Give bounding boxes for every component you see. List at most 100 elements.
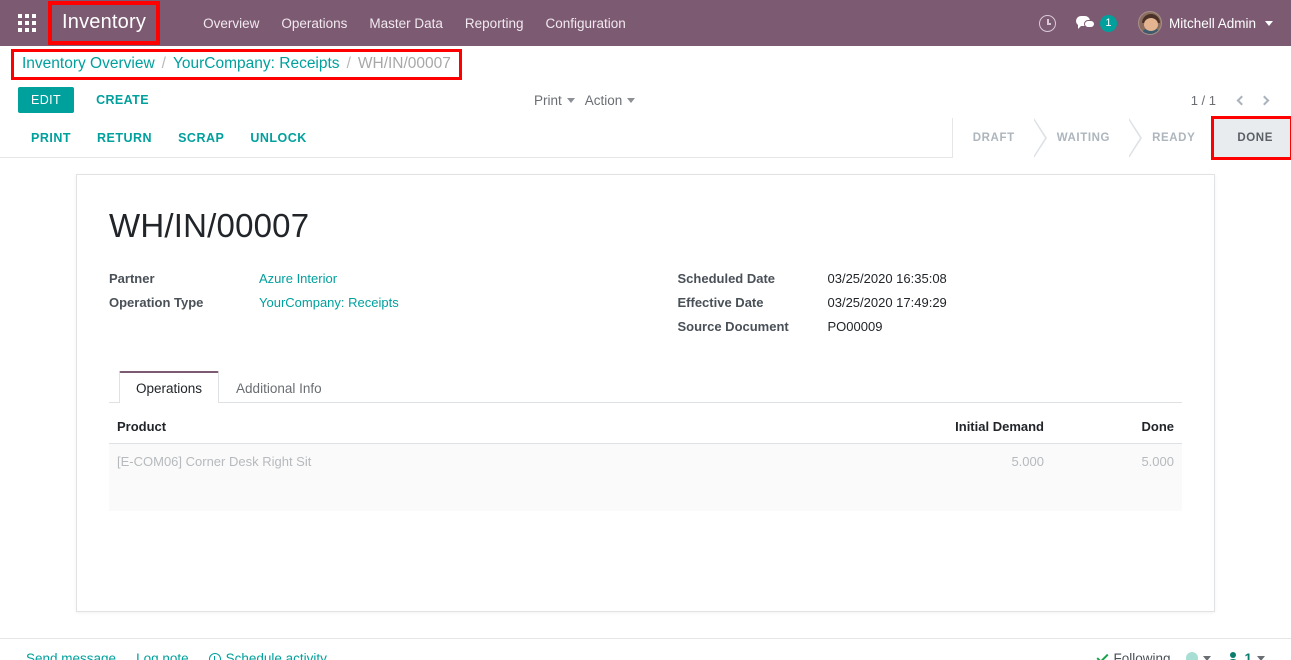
- user-name: Mitchell Admin: [1168, 15, 1256, 31]
- apps-menu-toggle[interactable]: [12, 8, 42, 38]
- field-partner: Partner Azure Interior: [109, 271, 646, 286]
- status-draft-label: DRAFT: [972, 131, 1015, 144]
- breadcrumb-separator: /: [346, 54, 351, 72]
- schedule-activity-label: Schedule activity: [225, 651, 327, 660]
- table-filler-row: [109, 479, 1182, 511]
- field-effective-date: Effective Date 03/25/2020 17:49:29: [678, 295, 1183, 310]
- control-panel-actions: EDIT CREATE Print Action 1 / 1: [0, 82, 1291, 118]
- chatter-actions: Send message Log note Schedule activity: [26, 651, 327, 660]
- print-dropdown[interactable]: Print: [534, 93, 575, 108]
- tab-operations[interactable]: Operations: [119, 371, 220, 403]
- following-label: Following: [1113, 651, 1171, 660]
- sheet-background: WH/IN/00007 Partner Azure Interior Opera…: [0, 158, 1291, 612]
- menu-item-configuration[interactable]: Configuration: [534, 10, 636, 37]
- menu-item-master-data[interactable]: Master Data: [358, 10, 454, 37]
- page-title: WH/IN/00007: [109, 207, 310, 244]
- send-message-button[interactable]: Send message: [26, 651, 116, 660]
- record-pager: 1 / 1: [1191, 89, 1277, 111]
- user-menu[interactable]: Mitchell Admin: [1128, 8, 1277, 38]
- avatar: [1137, 11, 1162, 35]
- field-source-document-label: Source Document: [677, 319, 789, 334]
- field-source-document-value: PO00009: [827, 319, 883, 334]
- top-navbar: Inventory Overview Operations Master Dat…: [0, 0, 1291, 46]
- chevron-down-icon: [1203, 656, 1212, 660]
- unlock-button[interactable]: UNLOCK: [237, 124, 319, 152]
- check-icon: [1096, 650, 1109, 660]
- cell-initial-demand: 5.000: [902, 443, 1052, 479]
- action-dropdown[interactable]: Action: [585, 93, 636, 108]
- operations-table: Product Initial Demand Done [E-COM06] Co…: [109, 409, 1182, 511]
- field-partner-value[interactable]: Azure Interior: [259, 271, 337, 286]
- workflow-bar: PRINT RETURN SCRAP UNLOCK DRAFT WAITING …: [0, 115, 1291, 160]
- messages-button[interactable]: 1: [1067, 11, 1126, 36]
- breadcrumb-item-inventory-overview[interactable]: Inventory Overview: [22, 55, 155, 73]
- field-effective-date-value: 03/25/2020 17:49:29: [827, 295, 947, 310]
- log-note-button[interactable]: Log note: [136, 651, 189, 660]
- notebook-tabs: Operations Additional Info: [109, 371, 1182, 403]
- pager-previous-button[interactable]: [1229, 89, 1251, 111]
- chevron-down-icon: [627, 97, 636, 103]
- followers-count: 1: [1244, 651, 1252, 660]
- print-dropdown-label: Print: [533, 92, 562, 108]
- pager-value: 1 / 1: [1190, 92, 1216, 108]
- cell-filler: [902, 479, 1052, 511]
- followers-dropdown[interactable]: 1: [1227, 651, 1265, 660]
- record-fields: Partner Azure Interior Operation Type Yo…: [109, 271, 1182, 343]
- edit-button[interactable]: EDIT: [18, 87, 75, 113]
- control-panel-dropdowns: Print Action: [534, 93, 636, 108]
- print-button[interactable]: PRINT: [18, 124, 84, 152]
- table-header-row: Product Initial Demand Done: [109, 409, 1182, 444]
- chevron-down-icon: [566, 97, 575, 103]
- apps-grid-icon: [18, 14, 36, 32]
- field-scheduled-date: Scheduled Date 03/25/2020 16:35:08: [678, 271, 1183, 286]
- scrap-button[interactable]: SCRAP: [165, 124, 237, 152]
- column-header-product: Product: [109, 409, 902, 444]
- status-done-label: DONE: [1237, 131, 1273, 144]
- chatter: Send message Log note Schedule activity …: [0, 638, 1291, 660]
- breadcrumb-item-yourcompany-receipts[interactable]: YourCompany: Receipts: [173, 55, 340, 73]
- field-scheduled-date-value: 03/25/2020 16:35:08: [827, 271, 947, 286]
- chevron-down-icon: [1257, 656, 1265, 660]
- status-arrow-icon: [1128, 118, 1141, 157]
- clock-icon: [1038, 14, 1056, 32]
- field-operation-type: Operation Type YourCompany: Receipts: [109, 295, 646, 310]
- activities-button[interactable]: [1030, 11, 1065, 36]
- return-button[interactable]: RETURN: [84, 124, 165, 152]
- status-arrow-icon: [1032, 118, 1045, 157]
- cell-filler: [109, 479, 902, 511]
- menu-item-overview[interactable]: Overview: [192, 10, 270, 37]
- messages-count-badge: 1: [1099, 14, 1117, 32]
- follow-notifications-dropdown[interactable]: [1186, 652, 1212, 660]
- chevron-down-icon: [1265, 20, 1273, 26]
- status-draft[interactable]: DRAFT: [952, 117, 1047, 158]
- status-waiting[interactable]: WAITING: [1032, 117, 1143, 158]
- pager-next-button[interactable]: [1255, 89, 1277, 111]
- menu-item-operations[interactable]: Operations: [270, 10, 358, 37]
- chat-bubble-icon: [1075, 15, 1098, 31]
- breadcrumb-bar: Inventory Overview / YourCompany: Receip…: [0, 46, 1291, 82]
- status-done[interactable]: DONE: [1211, 115, 1291, 160]
- field-partner-label: Partner: [109, 271, 155, 286]
- menu-item-reporting[interactable]: Reporting: [454, 10, 535, 37]
- field-effective-date-label: Effective Date: [677, 295, 764, 310]
- schedule-activity-button[interactable]: Schedule activity: [208, 651, 327, 660]
- bell-icon: [1186, 652, 1199, 660]
- field-operation-type-value[interactable]: YourCompany: Receipts: [259, 295, 399, 310]
- cell-product: [E-COM06] Corner Desk Right Sit: [109, 443, 902, 479]
- clock-icon: [208, 652, 221, 660]
- main-menu: Overview Operations Master Data Reportin…: [192, 10, 637, 37]
- breadcrumb: Inventory Overview / YourCompany: Receip…: [11, 48, 462, 80]
- column-header-done: Done: [1052, 409, 1182, 444]
- create-button[interactable]: CREATE: [84, 87, 161, 113]
- column-header-initial-demand: Initial Demand: [902, 409, 1052, 444]
- following-button[interactable]: Following: [1096, 650, 1171, 660]
- fields-column-left: Partner Azure Interior Operation Type Yo…: [109, 271, 646, 343]
- notebook: Operations Additional Info Product Initi…: [109, 371, 1182, 511]
- table-row[interactable]: [E-COM06] Corner Desk Right Sit 5.000 5.…: [109, 443, 1182, 479]
- fields-column-right: Scheduled Date 03/25/2020 16:35:08 Effec…: [646, 271, 1183, 343]
- status-bar: DRAFT WAITING READY DONE: [951, 115, 1291, 160]
- chevron-left-icon: [1236, 95, 1247, 105]
- workflow-buttons: PRINT RETURN SCRAP UNLOCK: [18, 124, 320, 152]
- app-brand-inventory[interactable]: Inventory: [47, 1, 161, 45]
- tab-additional-info[interactable]: Additional Info: [219, 372, 339, 403]
